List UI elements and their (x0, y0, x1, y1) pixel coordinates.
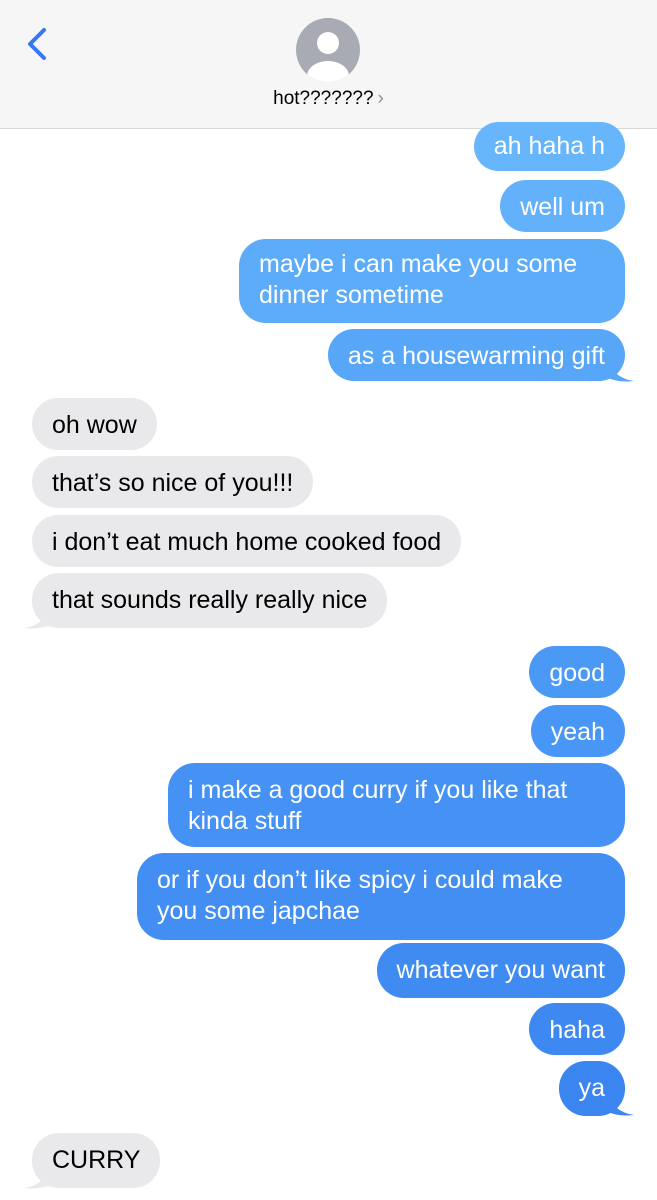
contact-name-button[interactable]: hot??????? › (0, 88, 657, 110)
message-bubble-sent[interactable]: maybe i can make you some dinner sometim… (239, 239, 625, 323)
message-bubble-sent[interactable]: as a housewarming gift (327, 329, 625, 381)
contact-avatar[interactable] (296, 18, 360, 82)
message-bubble-sent[interactable]: i make a good curry if you like that kin… (168, 763, 625, 847)
message-bubble-sent[interactable]: or if you don’t like spicy i could make … (137, 853, 625, 940)
bubble-tail (606, 356, 634, 382)
chevron-right-icon: › (377, 88, 384, 109)
message-bubble-sent[interactable]: well um (500, 180, 625, 232)
bubble-tail (24, 1163, 52, 1189)
bubble-tail (606, 1090, 634, 1116)
contact-name: hot??????? (273, 88, 374, 109)
message-bubble-sent[interactable]: ah haha h (473, 122, 625, 171)
message-bubble-sent[interactable]: whatever you want (376, 943, 625, 998)
message-bubble-sent[interactable]: yeah (530, 705, 625, 757)
message-bubble-sent[interactable]: haha (529, 1003, 625, 1055)
message-bubble-sent[interactable]: good (529, 646, 625, 698)
message-bubble-received[interactable]: that sounds really really nice (32, 573, 388, 628)
bubble-tail (24, 603, 52, 629)
back-chevron-icon[interactable] (22, 26, 52, 62)
conversation-header: hot??????? › (0, 0, 657, 129)
person-avatar-icon (307, 32, 349, 82)
message-bubble-received[interactable]: that’s so nice of you!!! (32, 456, 314, 508)
message-bubble-received[interactable]: i don’t eat much home cooked food (32, 515, 462, 567)
message-bubble-received[interactable]: oh wow (32, 398, 157, 450)
